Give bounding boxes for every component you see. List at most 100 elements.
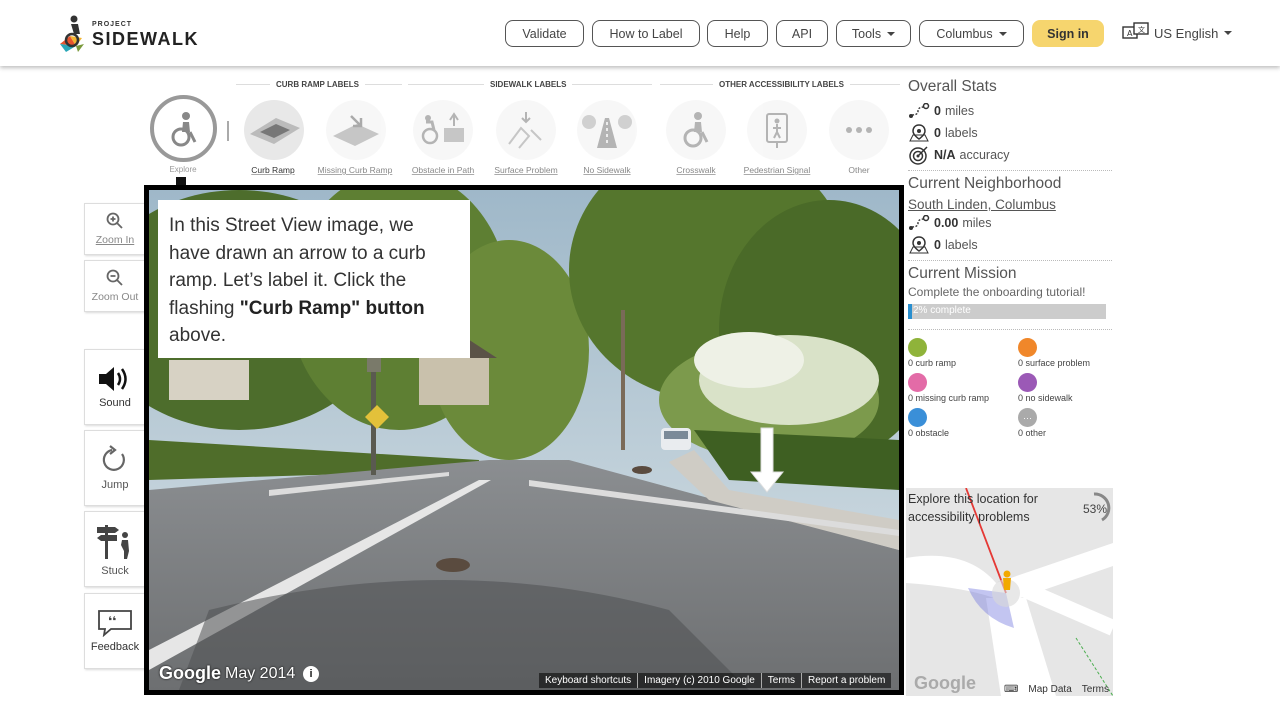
- neighborhood-link[interactable]: South Linden, Columbus: [908, 197, 1112, 212]
- missing-curb-ramp-tool-button[interactable]: [326, 100, 386, 160]
- how-to-label-label: How to Label: [609, 26, 683, 41]
- surface-problem-icon: [508, 112, 542, 149]
- crosswalk-icon: [683, 112, 709, 148]
- keyboard-icon[interactable]: ⌨: [1004, 684, 1018, 695]
- chevron-down-icon: [887, 31, 896, 36]
- overall-accuracy-value: N/A: [934, 148, 956, 162]
- minimap-google-logo: Google: [914, 673, 976, 693]
- stuck-label: Stuck: [101, 565, 129, 577]
- neighborhood-labels-value: 0: [934, 238, 941, 252]
- overall-accuracy-unit: accuracy: [959, 148, 1010, 162]
- mission-progress-bar: 2% complete: [908, 304, 1106, 319]
- chevron-down-icon: [998, 31, 1007, 36]
- minimap-percent: 53%: [1082, 502, 1107, 516]
- zoom-in-button[interactable]: Zoom In: [84, 203, 146, 255]
- obstacle-dot-icon: [908, 408, 927, 427]
- logo-title: SIDEWALK: [92, 29, 200, 49]
- top-navbar: PROJECT SIDEWALK Validate How to Label H…: [0, 0, 1280, 66]
- terms-link[interactable]: Terms: [762, 673, 803, 688]
- label-counts-grid: 0 curb ramp 0 surface problem 0 missing …: [908, 338, 1112, 438]
- validate-button[interactable]: Validate: [505, 20, 584, 47]
- sound-label: Sound: [99, 397, 131, 409]
- toolbar-separator: [227, 121, 229, 141]
- stats-divider: [908, 329, 1112, 330]
- feedback-button[interactable]: ❛❛ Feedback: [84, 593, 146, 669]
- explore-button[interactable]: [150, 95, 217, 162]
- pedestrian-signal-tool-button[interactable]: [747, 100, 807, 160]
- minimap-terms-link[interactable]: Terms: [1082, 684, 1109, 695]
- minimap[interactable]: Explore this location for accessibility …: [906, 488, 1113, 696]
- stats-divider: [908, 170, 1112, 171]
- minimap-footer: ⌨ Map Data Terms: [1004, 684, 1109, 695]
- sign-in-button[interactable]: Sign in: [1032, 20, 1104, 47]
- keyboard-shortcuts-link[interactable]: Keyboard shortcuts: [539, 673, 639, 688]
- curb-ramp-tool-button[interactable]: [244, 100, 304, 160]
- missing-curb-ramp-icon: [333, 115, 379, 146]
- project-sidewalk-logo[interactable]: PROJECT SIDEWALK: [56, 14, 206, 54]
- count-no-sidewalk: 0 no sidewalk: [1018, 373, 1112, 403]
- city-dropdown[interactable]: Columbus: [919, 20, 1024, 47]
- tools-dropdown[interactable]: Tools: [836, 20, 911, 47]
- logo-small-text: PROJECT: [92, 21, 133, 28]
- help-button[interactable]: Help: [707, 20, 768, 47]
- jump-label: Jump: [101, 479, 129, 491]
- overall-stats-title: Overall Stats: [908, 78, 997, 95]
- tutorial-instruction-box: In this Street View image, we have drawn…: [158, 200, 470, 358]
- zoom-out-button[interactable]: Zoom Out: [84, 260, 146, 312]
- language-dropdown[interactable]: A 文 US English: [1122, 22, 1233, 44]
- validate-label: Validate: [522, 26, 567, 41]
- stuck-button[interactable]: Stuck: [84, 511, 146, 587]
- missing-curb-ramp-dot-icon: [908, 373, 927, 392]
- explore-wheelchair-icon: [171, 111, 196, 146]
- overall-miles-value: 0: [934, 104, 941, 118]
- surface-problem-tool-button[interactable]: [496, 100, 556, 160]
- distance-icon: [909, 103, 930, 118]
- tutorial-text-end: above.: [169, 325, 227, 346]
- api-button[interactable]: API: [776, 20, 828, 47]
- sound-button[interactable]: Sound: [84, 349, 146, 425]
- obstacle-tool-button[interactable]: [413, 100, 473, 160]
- map-data-link[interactable]: Map Data: [1028, 684, 1071, 695]
- report-problem-link[interactable]: Report a problem: [802, 673, 891, 688]
- jump-icon: [102, 445, 125, 471]
- stats-divider: [908, 260, 1112, 261]
- feedback-label: Feedback: [90, 641, 140, 653]
- other-dot-icon: ···: [1018, 408, 1037, 427]
- zoom-out-label: Zoom Out: [91, 291, 139, 303]
- count-surface-problem: 0 surface problem: [1018, 338, 1112, 368]
- street-view-panorama[interactable]: In this Street View image, we have drawn…: [144, 185, 904, 695]
- stuck-signpost-icon: [97, 525, 129, 559]
- count-obstacle-text: 0 obstacle: [908, 428, 950, 438]
- mission-description: Complete the onboarding tutorial!: [908, 285, 1086, 299]
- zoom-out-icon: [106, 269, 123, 286]
- street-view-footer: Keyboard shortcuts Imagery (c) 2010 Goog…: [539, 673, 892, 688]
- surface-problem-dot-icon: [1018, 338, 1037, 357]
- overall-labels-row: 0 labels: [908, 122, 1112, 144]
- jump-button[interactable]: Jump: [84, 430, 146, 506]
- target-icon: [909, 146, 928, 165]
- overall-miles-unit: miles: [944, 104, 975, 118]
- count-no-sidewalk-text: 0 no sidewalk: [1018, 393, 1073, 403]
- imagery-date: May 2014: [225, 665, 296, 682]
- svg-text:❛❛: ❛❛: [108, 614, 116, 628]
- no-sidewalk-icon: [582, 115, 632, 148]
- feedback-bubble-icon: ❛❛: [98, 610, 132, 637]
- info-icon[interactable]: i: [303, 666, 319, 682]
- zoom-in-icon: [106, 212, 123, 229]
- distance-icon: [909, 215, 930, 230]
- other-tool-button[interactable]: [829, 100, 889, 160]
- neighborhood-miles-row: 0.00 miles: [908, 212, 1112, 234]
- how-to-label-button[interactable]: How to Label: [592, 20, 700, 47]
- neighborhood-miles-unit: miles: [962, 216, 992, 230]
- mission-progress-text: 2% complete: [913, 305, 971, 316]
- other-section-title: OTHER ACCESSIBILITY LABELS: [713, 80, 850, 89]
- sidewalk-section-title: SIDEWALK LABELS: [484, 80, 573, 89]
- tools-label: Tools: [851, 26, 882, 41]
- logo-icon: [60, 15, 84, 52]
- count-other: ··· 0 other: [1018, 408, 1112, 438]
- neighborhood-miles-value: 0.00: [934, 216, 959, 230]
- minimap-instruction: Explore this location for accessibility …: [908, 492, 1038, 524]
- neighborhood-labels-unit: labels: [944, 238, 978, 252]
- crosswalk-tool-button[interactable]: [666, 100, 726, 160]
- no-sidewalk-tool-button[interactable]: [577, 100, 637, 160]
